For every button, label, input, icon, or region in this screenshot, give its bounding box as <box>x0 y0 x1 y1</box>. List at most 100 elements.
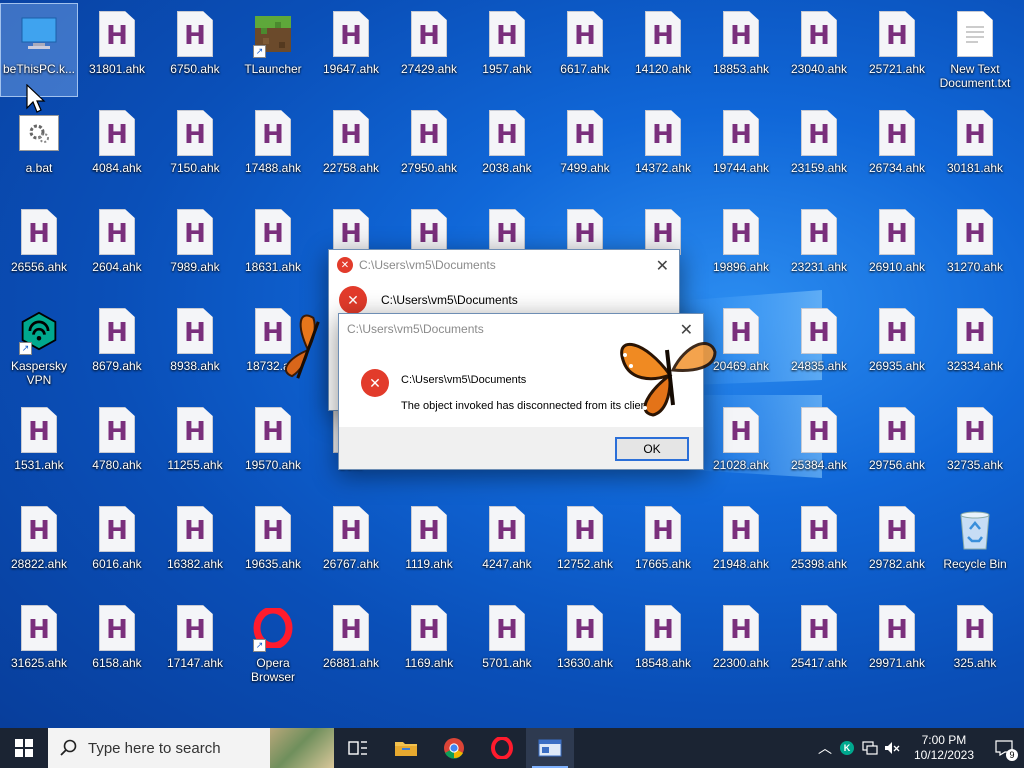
desktop-icon[interactable]: H 4084.ahk <box>79 103 155 195</box>
desktop-icon[interactable]: H 27429.ahk <box>391 4 467 96</box>
dialog-titlebar[interactable]: C:\Users\vm5\Documents ✕ <box>339 314 703 344</box>
desktop-icon[interactable]: H 1531.ahk <box>1 400 77 492</box>
desktop-icon[interactable]: H 7989.ahk <box>157 202 233 294</box>
desktop-icon[interactable]: H 4247.ahk <box>469 499 545 591</box>
desktop-icon[interactable]: H 23231.ahk <box>781 202 857 294</box>
desktop-icon[interactable]: H 325.ahk <box>937 598 1013 690</box>
desktop-icon-label: 31625.ahk <box>10 656 68 670</box>
desktop-icon[interactable]: H 22300.ahk <box>703 598 779 690</box>
desktop-icon[interactable]: H 6016.ahk <box>79 499 155 591</box>
desktop-icon[interactable]: H 2604.ahk <box>79 202 155 294</box>
kaspersky-tray-icon[interactable]: K <box>839 741 854 755</box>
error-dialog[interactable]: C:\Users\vm5\Documents ✕ ✕ C:\Users\vm5\… <box>338 313 704 470</box>
desktop-icon[interactable]: H 30181.ahk <box>937 103 1013 195</box>
desktop-icon[interactable]: H 1957.ahk <box>469 4 545 96</box>
close-icon[interactable]: ✕ <box>680 320 693 340</box>
desktop-icon[interactable]: H 25384.ahk <box>781 400 857 492</box>
task-view-button[interactable] <box>334 728 382 768</box>
desktop-icon[interactable]: New Text Document.txt <box>937 4 1013 96</box>
volume-muted-icon[interactable] <box>884 741 900 755</box>
desktop-icon[interactable]: H 19635.ahk <box>235 499 311 591</box>
desktop-icon-label: 6750.ahk <box>170 62 220 76</box>
desktop-icon[interactable]: H 1169.ahk <box>391 598 467 690</box>
desktop-icon[interactable]: H 32334.ahk <box>937 301 1013 393</box>
desktop-icon[interactable]: H 25398.ahk <box>781 499 857 591</box>
desktop-icon[interactable]: H 23040.ahk <box>781 4 857 96</box>
search-icon <box>60 739 77 756</box>
desktop-icon[interactable]: H 14120.ahk <box>625 4 701 96</box>
desktop-icon[interactable]: H 16382.ahk <box>157 499 233 591</box>
desktop-icon[interactable]: ↗ TLauncher <box>235 4 311 96</box>
desktop-icon[interactable]: H 11255.ahk <box>157 400 233 492</box>
desktop-icon[interactable]: H 32735.ahk <box>937 400 1013 492</box>
desktop-icon[interactable]: H 19647.ahk <box>313 4 389 96</box>
network-icon[interactable] <box>862 741 878 755</box>
desktop-icon[interactable]: a.bat <box>1 103 77 195</box>
desktop-icon[interactable]: H 18631.ahk <box>235 202 311 294</box>
desktop-icon[interactable]: H 8679.ahk <box>79 301 155 393</box>
desktop-icon[interactable]: H 8938.ahk <box>157 301 233 393</box>
desktop-icon[interactable]: H 17488.ahk <box>235 103 311 195</box>
desktop-icon[interactable]: H 26881.ahk <box>313 598 389 690</box>
desktop-icon[interactable]: H 17665.ahk <box>625 499 701 591</box>
error-icon-large: ✕ <box>361 369 389 397</box>
ok-button[interactable]: OK <box>615 437 689 461</box>
desktop-icon[interactable]: H 18732.a... <box>235 301 311 393</box>
desktop-icon[interactable]: H 18548.ahk <box>625 598 701 690</box>
desktop-icon[interactable]: H 13630.ahk <box>547 598 623 690</box>
desktop-icon[interactable]: H 28822.ahk <box>1 499 77 591</box>
desktop-icon[interactable]: H 5701.ahk <box>469 598 545 690</box>
start-button[interactable] <box>0 728 48 768</box>
desktop-icon[interactable]: H 26556.ahk <box>1 202 77 294</box>
desktop-icon[interactable]: H 31801.ahk <box>79 4 155 96</box>
desktop-icon[interactable]: H 12752.ahk <box>547 499 623 591</box>
desktop-icon[interactable]: H 29971.ahk <box>859 598 935 690</box>
desktop-icon[interactable]: H 18853.ahk <box>703 4 779 96</box>
desktop-icon[interactable]: H 7499.ahk <box>547 103 623 195</box>
desktop-icon[interactable]: H 6617.ahk <box>547 4 623 96</box>
desktop-icon[interactable]: H 31270.ahk <box>937 202 1013 294</box>
desktop-icon[interactable]: H 20469.ahk <box>703 301 779 393</box>
desktop-icon[interactable]: H 26910.ahk <box>859 202 935 294</box>
desktop-icon[interactable]: H 6750.ahk <box>157 4 233 96</box>
desktop-icon[interactable]: H 19896.ahk <box>703 202 779 294</box>
desktop-icon[interactable]: H 29756.ahk <box>859 400 935 492</box>
chrome-button[interactable] <box>430 728 478 768</box>
desktop-icon[interactable]: beThisPC.k... <box>0 3 78 97</box>
desktop-icon[interactable]: H 19570.ahk <box>235 400 311 492</box>
desktop-icon[interactable]: H 19744.ahk <box>703 103 779 195</box>
active-app-button[interactable] <box>526 728 574 768</box>
desktop[interactable]: beThisPC.k... H 31801.ahk H 6750.ahk ↗ TLaunch… <box>0 0 1024 728</box>
desktop-icon[interactable]: H 23159.ahk <box>781 103 857 195</box>
dialog-titlebar[interactable]: ✕ C:\Users\vm5\Documents ✕ <box>329 250 679 280</box>
desktop-icon[interactable]: H 22758.ahk <box>313 103 389 195</box>
clock[interactable]: 7:00 PM 10/12/2023 <box>914 733 974 763</box>
desktop-icon[interactable]: H 25721.ahk <box>859 4 935 96</box>
desktop-icon[interactable]: H 26935.ahk <box>859 301 935 393</box>
desktop-icon[interactable]: ↗ Kaspersky VPN <box>1 301 77 393</box>
desktop-icon[interactable]: ↗ Opera Browser <box>235 598 311 690</box>
desktop-icon[interactable]: H 25417.ahk <box>781 598 857 690</box>
notification-button[interactable]: 9 <box>984 728 1024 768</box>
taskbar-search-box[interactable]: Type here to search <box>48 728 334 768</box>
desktop-icon[interactable]: H 7150.ahk <box>157 103 233 195</box>
file-explorer-button[interactable] <box>382 728 430 768</box>
desktop-icon[interactable]: H 26767.ahk <box>313 499 389 591</box>
desktop-icon[interactable]: H 26734.ahk <box>859 103 935 195</box>
desktop-icon[interactable]: H 24835.ahk <box>781 301 857 393</box>
opera-button[interactable] <box>478 728 526 768</box>
desktop-icon[interactable]: H 31625.ahk <box>1 598 77 690</box>
desktop-icon[interactable]: H 17147.ahk <box>157 598 233 690</box>
desktop-icon[interactable]: H 1119.ahk <box>391 499 467 591</box>
desktop-icon[interactable]: H 2038.ahk <box>469 103 545 195</box>
close-icon[interactable]: ✕ <box>656 256 669 276</box>
chevron-up-icon[interactable]: ︿ <box>818 738 832 758</box>
desktop-icon[interactable]: H 27950.ahk <box>391 103 467 195</box>
desktop-icon[interactable]: H 21948.ahk <box>703 499 779 591</box>
desktop-icon[interactable]: H 29782.ahk <box>859 499 935 591</box>
desktop-icon[interactable]: H 4780.ahk <box>79 400 155 492</box>
desktop-icon[interactable]: H 21028.ahk <box>703 400 779 492</box>
desktop-icon[interactable]: H 14372.ahk <box>625 103 701 195</box>
desktop-icon[interactable]: Recycle Bin <box>937 499 1013 591</box>
desktop-icon[interactable]: H 6158.ahk <box>79 598 155 690</box>
